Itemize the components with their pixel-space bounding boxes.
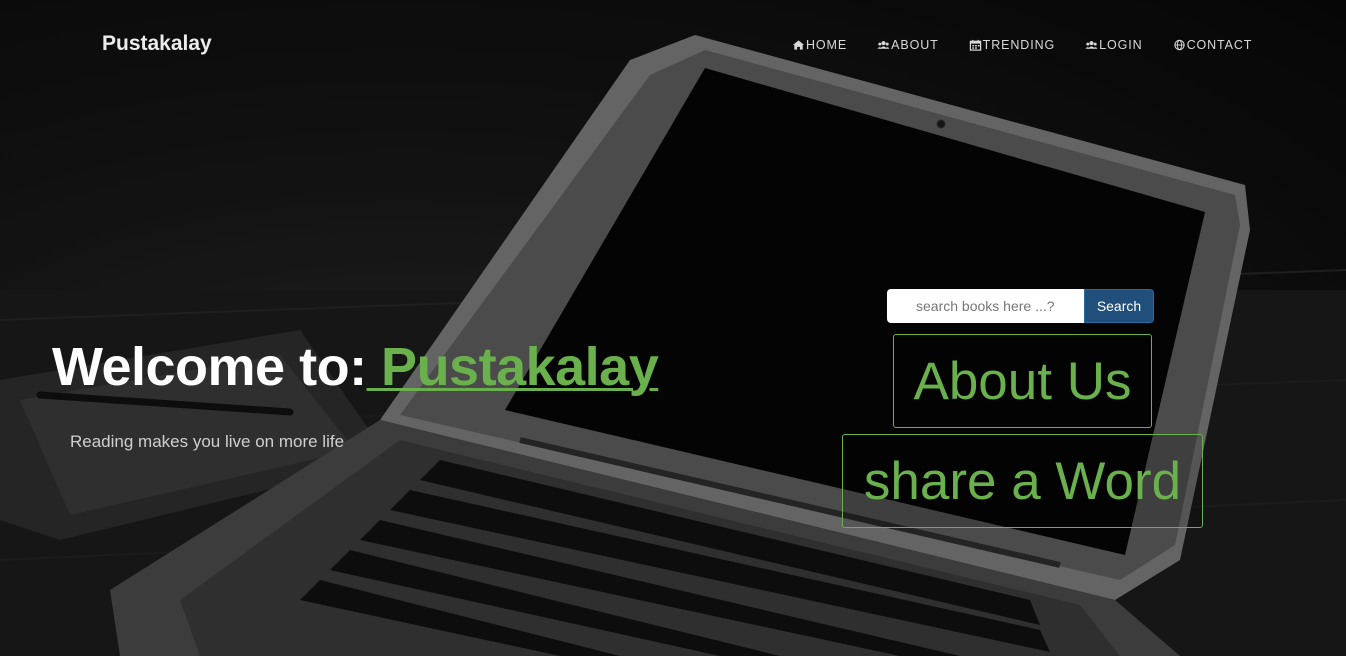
nav-contact[interactable]: CONTACT (1173, 38, 1253, 52)
nav-home-label: HOME (806, 38, 848, 52)
search-button[interactable]: Search (1084, 289, 1154, 323)
users-icon (877, 41, 890, 49)
tagline: Reading makes you live on more life (70, 432, 345, 451)
welcome-heading: Welcome to: Pustakalay (52, 336, 659, 398)
welcome-brand-link[interactable]: Pustakalay (367, 337, 659, 397)
nav-about-label: ABOUT (891, 38, 939, 52)
search-form: Search (887, 289, 1154, 323)
nav-about[interactable]: ABOUT (877, 38, 939, 52)
nav-trending-label: TRENDING (982, 38, 1056, 52)
dark-overlay (0, 0, 1346, 656)
hero-section: Pustakalay HOME ABOUT TRENDING LOGIN CON… (0, 0, 1346, 656)
nav-login-label: LOGIN (1099, 38, 1143, 52)
nav-trending[interactable]: TRENDING (969, 38, 1055, 52)
calendar-icon (969, 39, 981, 51)
about-us-button[interactable]: About Us (893, 334, 1152, 428)
welcome-prefix: Welcome to: (52, 337, 367, 397)
globe-icon (1173, 39, 1185, 51)
nav-contact-label: CONTACT (1186, 38, 1253, 52)
search-input[interactable] (887, 289, 1084, 323)
home-icon (792, 40, 805, 50)
main-nav: HOME ABOUT TRENDING LOGIN CONTACT (792, 38, 1252, 52)
share-a-word-button[interactable]: share a Word (842, 434, 1203, 528)
nav-login[interactable]: LOGIN (1085, 38, 1142, 52)
nav-home[interactable]: HOME (792, 38, 847, 52)
users-icon (1085, 41, 1098, 49)
brand-logo[interactable]: Pustakalay (102, 32, 212, 56)
